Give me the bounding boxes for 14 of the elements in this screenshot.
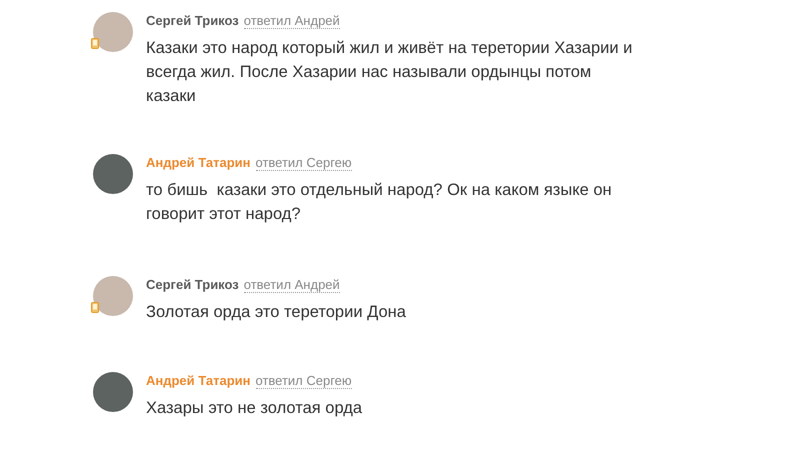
avatar[interactable] xyxy=(93,372,133,412)
reply-to-link[interactable]: ответил Сергею xyxy=(256,155,352,171)
reply-to-link[interactable]: ответил Сергею xyxy=(256,373,352,389)
author-name[interactable]: Сергей Трикоз xyxy=(146,12,239,30)
author-name[interactable]: Андрей Татарин xyxy=(146,154,250,172)
reply-to-link[interactable]: ответил Андрей xyxy=(244,13,340,29)
comment-text: Казаки это народ который жил и живёт на теретории Хазарии и всегда жил. После Хазарии нас называли ордынцы потом казаки xyxy=(146,38,634,107)
author-name[interactable]: Андрей Татарин xyxy=(146,372,250,390)
avatar[interactable] xyxy=(93,154,133,194)
comment-text: то бишь казаки это отдельный народ? Ок на каком языке он говорит этот народ? xyxy=(146,180,613,225)
comment-text: Золотая орда это теретории Дона xyxy=(146,302,407,323)
reply-to-link[interactable]: ответил Андрей xyxy=(244,277,340,293)
comment-text: Хазары это не золотая орда xyxy=(146,398,364,419)
author-name[interactable]: Сергей Трикоз xyxy=(146,276,239,294)
